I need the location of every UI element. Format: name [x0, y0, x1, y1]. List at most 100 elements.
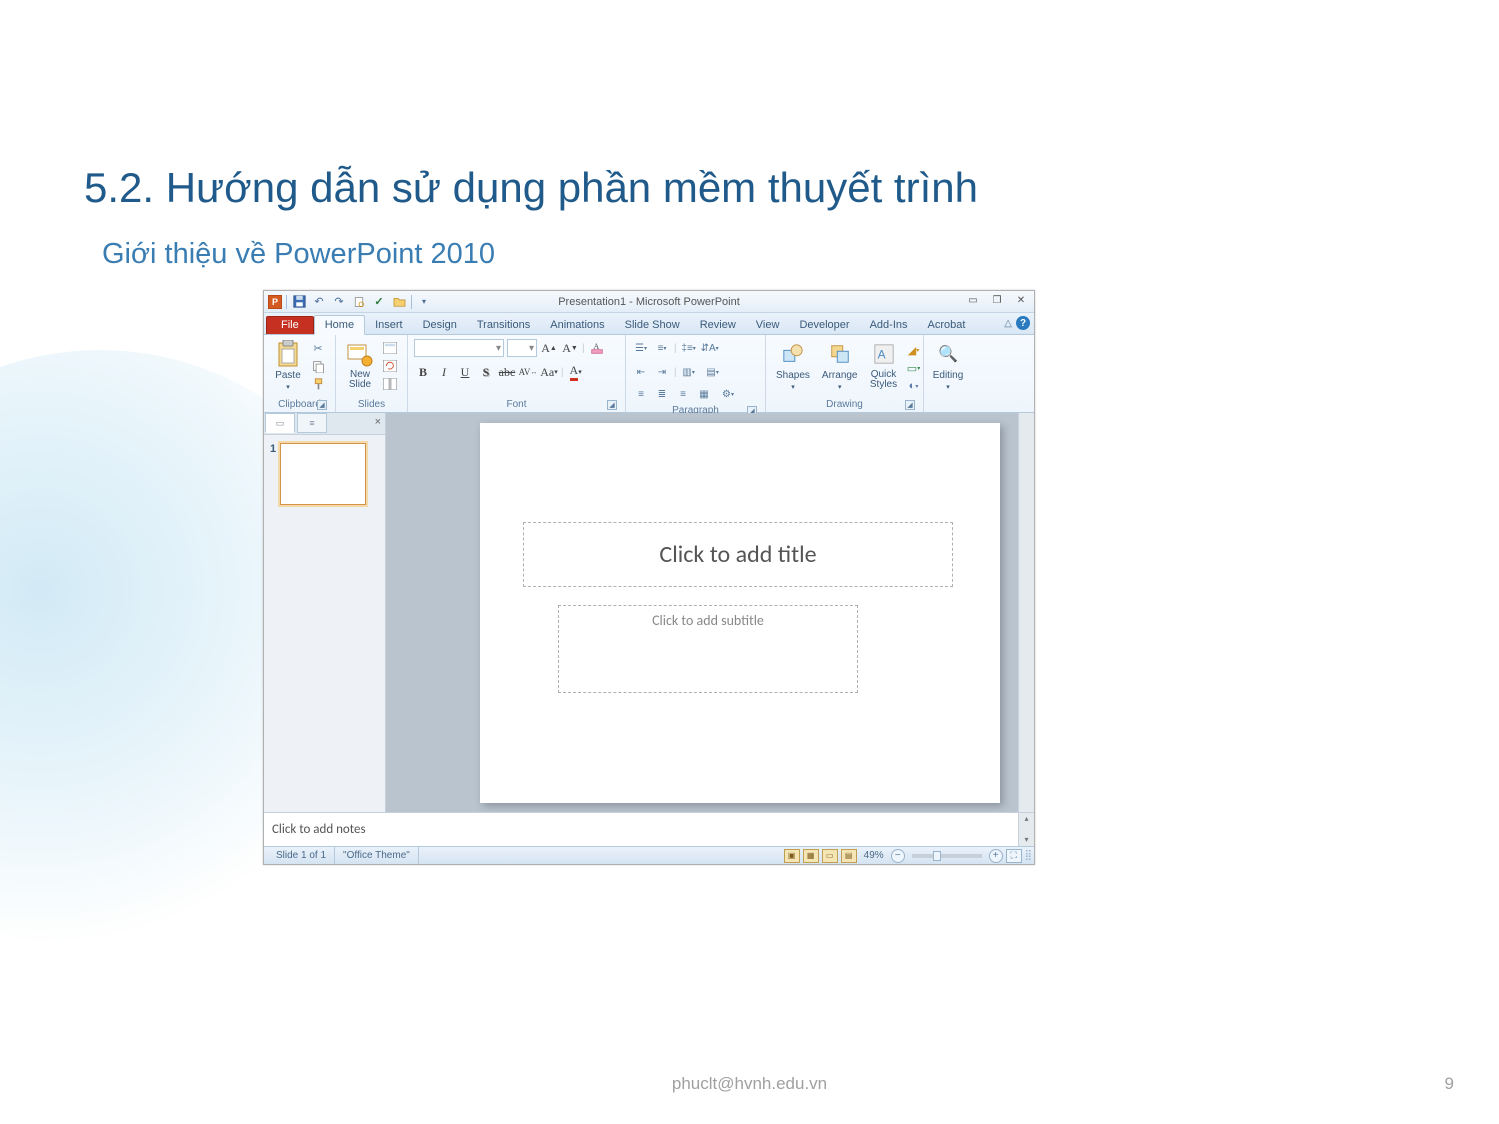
layout-icon[interactable]: [382, 340, 398, 356]
qat-separator: [411, 295, 412, 309]
bold-button[interactable]: B: [414, 363, 432, 381]
slide-sorter-icon[interactable]: ▦: [803, 849, 819, 863]
underline-button[interactable]: U: [456, 363, 474, 381]
align-right-icon[interactable]: ≡: [674, 385, 692, 403]
section-icon[interactable]: [382, 376, 398, 392]
dialog-launcher-icon[interactable]: ◢: [317, 400, 327, 410]
cut-icon[interactable]: ✂: [310, 340, 326, 356]
change-case-icon[interactable]: Aa▾: [540, 363, 558, 381]
font-color-icon[interactable]: A▾: [567, 363, 585, 381]
slides-outline-panel: ▭ ≡ × 1: [264, 413, 386, 812]
tab-view[interactable]: View: [746, 316, 790, 334]
text-direction-icon[interactable]: ⇵A▾: [701, 339, 719, 357]
close-icon[interactable]: ✕: [1012, 293, 1030, 307]
line-spacing-icon[interactable]: ‡≡▾: [680, 339, 698, 357]
shadow-button[interactable]: S: [477, 363, 495, 381]
editing-button[interactable]: 🔍 Editing ▾: [929, 338, 968, 393]
tab-addins[interactable]: Add-Ins: [860, 316, 918, 334]
save-icon[interactable]: [291, 294, 307, 310]
window-controls: ▭ ❐ ✕: [964, 293, 1030, 307]
title-placeholder[interactable]: Click to add title: [523, 522, 953, 587]
zoom-in-icon[interactable]: +: [989, 849, 1003, 863]
char-spacing-icon[interactable]: AV↔: [519, 363, 537, 381]
spellcheck-icon[interactable]: ✓: [371, 294, 387, 310]
minimize-ribbon-icon[interactable]: △: [1004, 318, 1012, 329]
font-size-combo[interactable]: ▾: [507, 339, 537, 357]
new-slide-icon: [346, 340, 374, 368]
grow-font-icon[interactable]: A▲: [540, 339, 558, 357]
qat-customize-icon[interactable]: ▾: [416, 294, 432, 310]
normal-view-icon[interactable]: ▣: [784, 849, 800, 863]
ribbon-group-label: Slides: [342, 398, 401, 412]
tab-home[interactable]: Home: [314, 315, 365, 335]
new-slide-button[interactable]: New Slide: [342, 338, 378, 392]
outline-tab-icon[interactable]: ≡: [297, 413, 327, 433]
clipboard-icon: [274, 340, 302, 368]
font-family-combo[interactable]: ▾: [414, 339, 504, 357]
quick-styles-icon: A: [870, 340, 898, 368]
bullets-icon[interactable]: ☰▾: [632, 339, 650, 357]
reading-view-icon[interactable]: ▭: [822, 849, 838, 863]
quick-styles-button[interactable]: A Quick Styles: [866, 338, 902, 392]
shape-outline-icon[interactable]: ▭▾: [906, 360, 922, 376]
undo-icon[interactable]: ↶: [311, 294, 327, 310]
slide-canvas[interactable]: Click to add title Click to add subtitle: [480, 423, 1000, 803]
paste-button[interactable]: Paste ▾: [270, 338, 306, 393]
zoom-out-icon[interactable]: −: [891, 849, 905, 863]
arrange-label: Arrange: [822, 370, 858, 381]
arrange-button[interactable]: Arrange ▾: [818, 338, 862, 393]
increase-indent-icon[interactable]: ⇥: [653, 363, 671, 381]
decrease-indent-icon[interactable]: ⇤: [632, 363, 650, 381]
panel-tabs: ▭ ≡ ×: [264, 413, 385, 435]
vertical-scrollbar[interactable]: [1018, 413, 1034, 812]
slideshow-view-icon[interactable]: ▤: [841, 849, 857, 863]
ribbon-group-label: [930, 398, 966, 412]
justify-icon[interactable]: ▦: [695, 385, 713, 403]
tab-design[interactable]: Design: [413, 316, 467, 334]
tab-acrobat[interactable]: Acrobat: [918, 316, 976, 334]
notes-scrollbar[interactable]: ▴▾: [1018, 813, 1034, 846]
tab-file[interactable]: File: [266, 316, 314, 334]
strikethrough-button[interactable]: abc: [498, 363, 516, 381]
shrink-font-icon[interactable]: A▼: [561, 339, 579, 357]
new-slide-label: New Slide: [349, 370, 371, 390]
shape-fill-icon[interactable]: ◢▾: [906, 342, 922, 358]
maximize-icon[interactable]: ❐: [988, 293, 1006, 307]
open-icon[interactable]: [391, 294, 407, 310]
dialog-launcher-icon[interactable]: ◢: [607, 400, 617, 410]
shapes-button[interactable]: Shapes ▾: [772, 338, 814, 393]
notes-pane[interactable]: Click to add notes ▴▾: [264, 812, 1034, 846]
slide-thumbnail[interactable]: [280, 443, 366, 505]
tab-transitions[interactable]: Transitions: [467, 316, 540, 334]
subtitle-placeholder[interactable]: Click to add subtitle: [558, 605, 858, 693]
print-preview-icon[interactable]: [351, 294, 367, 310]
footer-page-number: 9: [1445, 1074, 1454, 1094]
align-left-icon[interactable]: ≡: [632, 385, 650, 403]
tab-insert[interactable]: Insert: [365, 316, 413, 334]
smartart-icon[interactable]: ⚙▾: [719, 385, 737, 403]
redo-icon[interactable]: ↷: [331, 294, 347, 310]
tab-slideshow[interactable]: Slide Show: [615, 316, 690, 334]
align-center-icon[interactable]: ≣: [653, 385, 671, 403]
tab-animations[interactable]: Animations: [540, 316, 614, 334]
columns-icon[interactable]: ▥▾: [680, 363, 698, 381]
tab-review[interactable]: Review: [690, 316, 746, 334]
shapes-icon: [779, 340, 807, 368]
clear-format-icon[interactable]: A: [588, 339, 606, 357]
help-icon[interactable]: ?: [1016, 316, 1030, 330]
shape-effects-icon[interactable]: ◐▾: [906, 378, 922, 394]
zoom-slider[interactable]: [912, 854, 982, 858]
tab-developer[interactable]: Developer: [789, 316, 859, 334]
minimize-icon[interactable]: ▭: [964, 293, 982, 307]
format-painter-icon[interactable]: [310, 376, 326, 392]
numbering-icon[interactable]: ≡▾: [653, 339, 671, 357]
resize-grip-icon[interactable]: ⣿: [1025, 850, 1030, 861]
align-text-icon[interactable]: ▤▾: [704, 363, 722, 381]
slides-tab-icon[interactable]: ▭: [265, 413, 295, 433]
reset-icon[interactable]: [382, 358, 398, 374]
close-panel-icon[interactable]: ×: [375, 416, 381, 428]
copy-icon[interactable]: [310, 358, 326, 374]
dialog-launcher-icon[interactable]: ◢: [905, 400, 915, 410]
italic-button[interactable]: I: [435, 363, 453, 381]
fit-to-window-icon[interactable]: ⛶: [1006, 849, 1022, 863]
